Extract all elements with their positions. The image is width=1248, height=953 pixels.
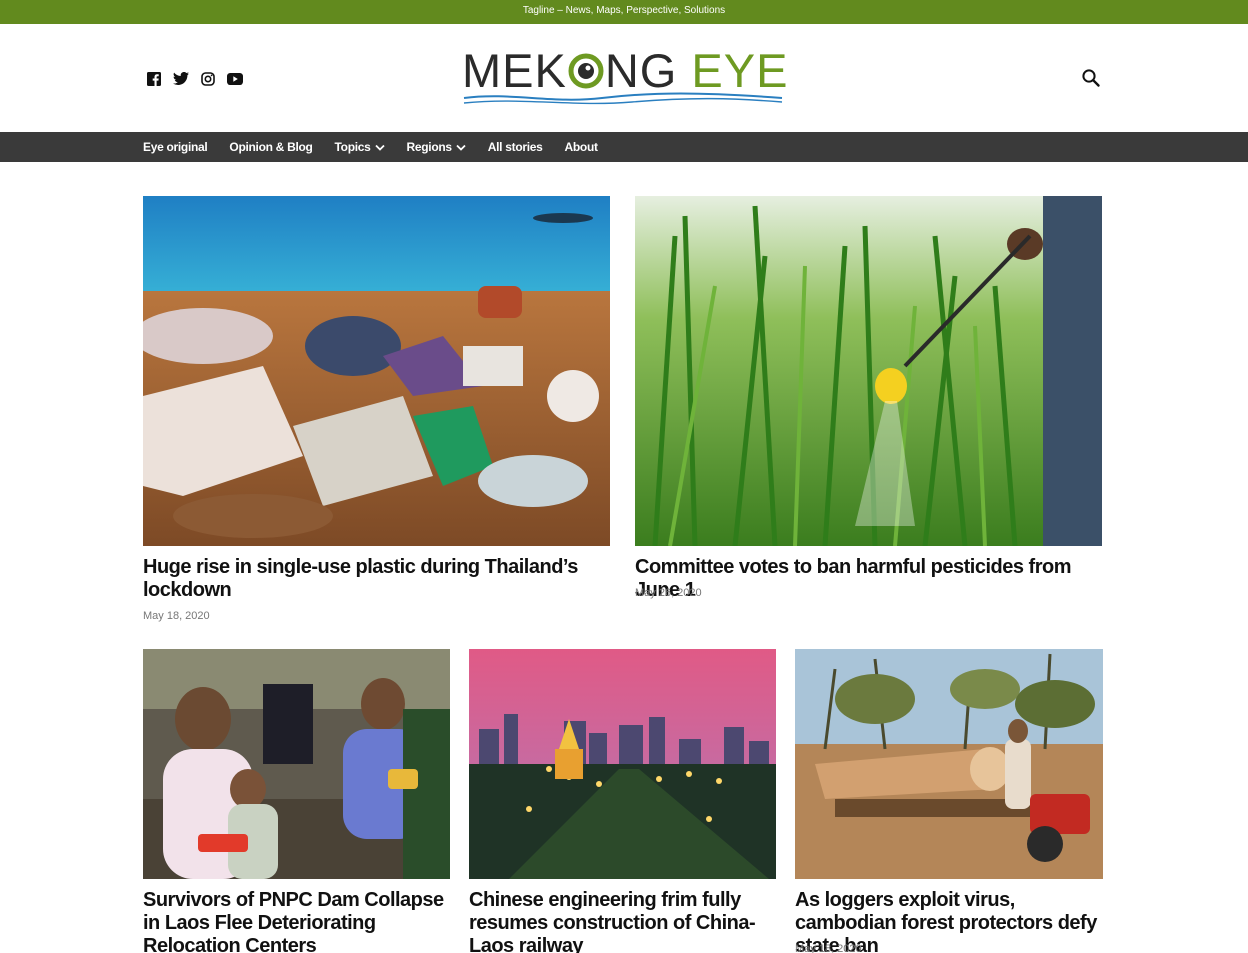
story-image-plastic-beach[interactable] [143, 196, 610, 546]
search-icon[interactable] [1081, 68, 1101, 88]
story-date: May 18, 2020 [143, 610, 210, 622]
logo-waves [463, 92, 783, 105]
nav-item-eye-original[interactable]: Eye original [143, 140, 208, 154]
logo-wordmark: MEK NG EYE [462, 44, 789, 97]
nav-item-all-stories[interactable]: All stories [488, 140, 543, 154]
instagram-icon[interactable] [199, 70, 216, 87]
nav-item-opinion-blog[interactable]: Opinion & Blog [229, 140, 312, 154]
nav-item-topics[interactable]: Topics [335, 140, 385, 154]
chevron-down-icon [374, 144, 385, 151]
story-date: May 26, 2020 [635, 587, 702, 599]
story-title[interactable]: Huge rise in single-use plastic during T… [143, 556, 610, 602]
main-nav: Eye original Opinion & Blog Topics Regio… [0, 132, 1248, 162]
story-card: Huge rise in single-use plastic during T… [143, 196, 610, 636]
story-image-pesticide-spray[interactable] [635, 196, 1102, 546]
site-header: MEK NG EYE [0, 24, 1248, 132]
tagline-text: Tagline – News, Maps, Perspective, Solut… [522, 5, 726, 16]
story-image-loggers[interactable] [795, 649, 1103, 879]
story-date: May 18, 2020 [795, 943, 862, 953]
facebook-icon[interactable] [145, 70, 162, 87]
youtube-icon[interactable] [226, 70, 243, 87]
story-card: Chinese engineering frim fully resumes c… [469, 649, 776, 953]
twitter-icon[interactable] [172, 70, 189, 87]
social-links [145, 70, 243, 87]
eye-o-icon [568, 53, 604, 89]
site-logo[interactable]: MEK NG EYE [462, 46, 787, 108]
story-card: As loggers exploit virus, cambodian fore… [795, 649, 1103, 953]
story-image-city-night[interactable] [469, 649, 776, 879]
nav-item-about[interactable]: About [565, 140, 598, 154]
story-card: Survivors of PNPC Dam Collapse in Laos F… [143, 649, 450, 953]
story-title[interactable]: Survivors of PNPC Dam Collapse in Laos F… [143, 889, 450, 953]
story-image-dam-survivors[interactable] [143, 649, 450, 879]
nav-item-regions[interactable]: Regions [407, 140, 466, 154]
story-card: Committee votes to ban harmful pesticide… [635, 196, 1102, 616]
chevron-down-icon [456, 144, 466, 151]
story-title[interactable]: Committee votes to ban harmful pesticide… [635, 556, 1102, 602]
tagline-bar: Tagline – News, Maps, Perspective, Solut… [0, 0, 1248, 24]
story-title[interactable]: Chinese engineering frim fully resumes c… [469, 889, 776, 953]
